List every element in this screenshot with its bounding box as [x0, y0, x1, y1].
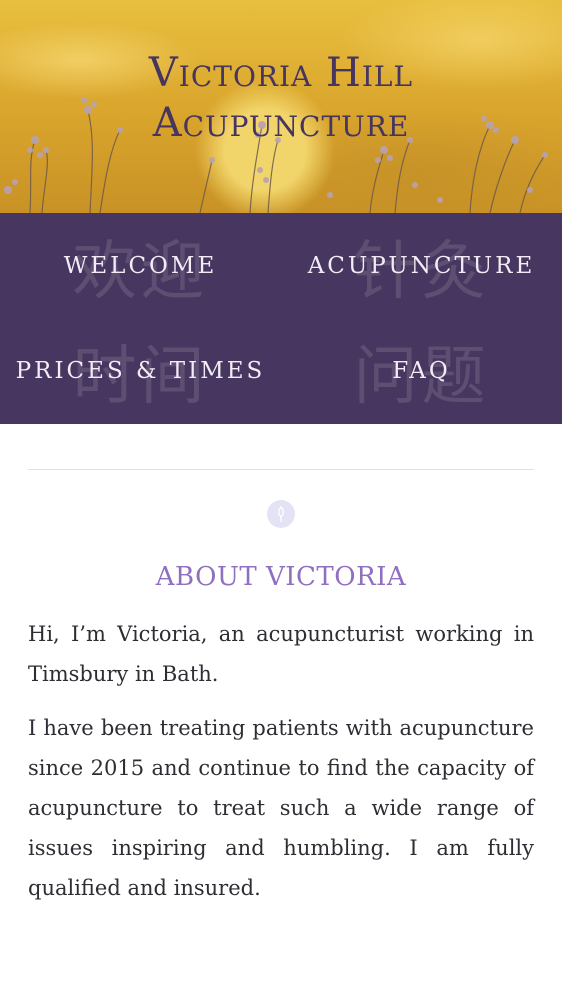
- nav-item-prices-times-label: PRICES & TIMES: [15, 357, 266, 384]
- section-divider: [28, 469, 534, 470]
- site-title[interactable]: Victoria Hill Acupuncture: [0, 48, 562, 148]
- about-paragraph-intro: Hi, I’m Victoria, an acupuncturist worki…: [28, 622, 534, 686]
- main-content: ABOUT VICTORIA Hi, I’m Victoria, an acup…: [0, 469, 562, 908]
- about-paragraph-experience: I have been treating patients with acupu…: [28, 716, 534, 900]
- about-heading: ABOUT VICTORIA: [155, 562, 407, 592]
- nav-item-acupuncture[interactable]: 针灸 ACUPUNCTURE: [281, 213, 562, 318]
- nav-item-welcome[interactable]: 欢迎 WELCOME: [0, 213, 281, 318]
- nav-item-acupuncture-label: ACUPUNCTURE: [307, 252, 536, 279]
- main-navigation: 欢迎 WELCOME 针灸 ACUPUNCTURE 时间 PRICES & TI…: [0, 213, 562, 424]
- nav-item-prices-times[interactable]: 时间 PRICES & TIMES: [0, 318, 281, 423]
- site-title-line2: Acupuncture: [152, 100, 410, 146]
- nav-item-faq-label: FAQ: [392, 357, 451, 384]
- site-title-line1: Victoria Hill: [148, 50, 414, 96]
- leaf-icon: [267, 500, 295, 528]
- nav-item-welcome-label: WELCOME: [63, 252, 218, 279]
- hero-banner: Victoria Hill Acupuncture: [0, 0, 562, 213]
- nav-item-faq[interactable]: 问题 FAQ: [281, 318, 562, 423]
